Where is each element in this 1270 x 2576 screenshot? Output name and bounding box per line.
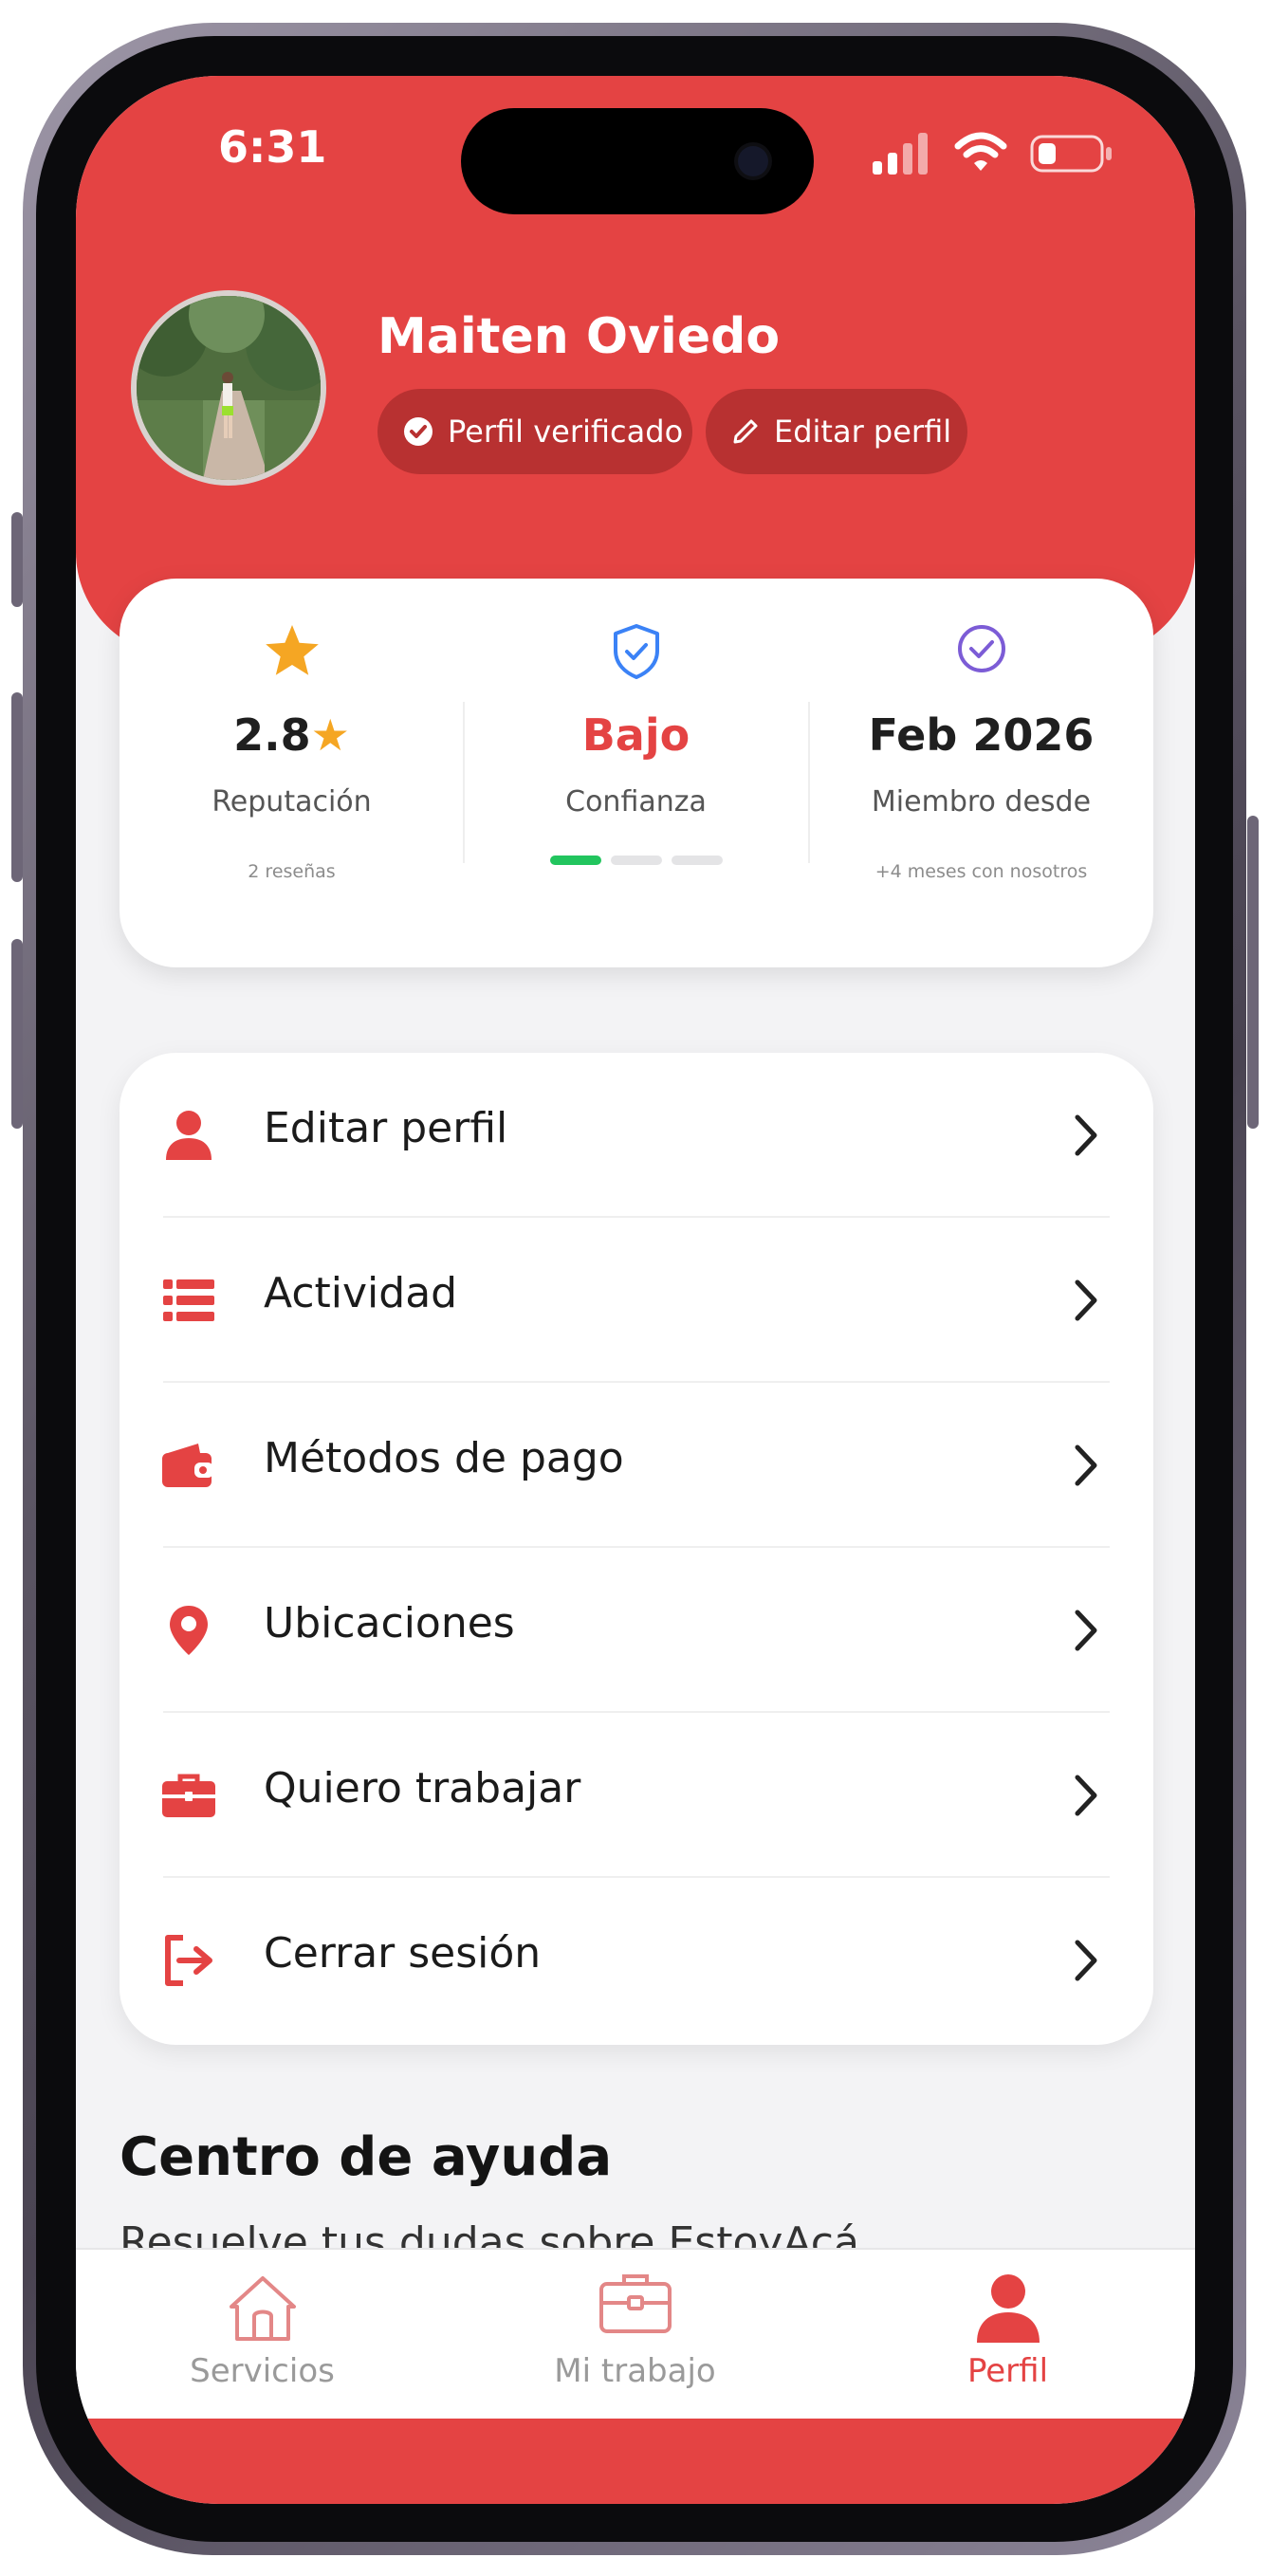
reputation-value: 2.8 [233, 709, 311, 761]
logout-icon [165, 1935, 212, 1986]
tab-label: Servicios [190, 2352, 335, 2390]
bottom-accent-strip [76, 2419, 1195, 2504]
star-icon [265, 625, 319, 675]
member-duration: +4 meses con nosotros [874, 861, 1088, 882]
menu-item-label: Métodos de pago [264, 1434, 624, 1482]
tab-profile[interactable]: Perfil [821, 2250, 1194, 2420]
tab-label: Mi trabajo [554, 2352, 716, 2390]
battery-icon [1030, 135, 1112, 173]
chevron-right-icon [1075, 1279, 1097, 1321]
power-button [1247, 816, 1259, 1129]
menu-item-payment-methods[interactable]: Métodos de pago [120, 1383, 1153, 1548]
front-camera [738, 146, 768, 176]
shield-check-icon [613, 624, 659, 679]
avatar[interactable] [131, 290, 326, 486]
edit-profile-button[interactable]: Editar perfil [706, 389, 967, 474]
user-icon [166, 1111, 212, 1160]
trust-value: Bajo [581, 709, 690, 761]
briefcase-icon [598, 2274, 672, 2333]
chevron-right-icon [1075, 1775, 1097, 1816]
menu-item-label: Ubicaciones [264, 1599, 515, 1647]
reputation-stat[interactable]: 2.8★ Reputación 2 reseñas [120, 579, 464, 967]
member-since-label: Miembro desde [871, 785, 1092, 819]
location-pin-icon [170, 1606, 208, 1655]
menu-item-label: Actividad [264, 1269, 458, 1317]
wallet-icon [162, 1444, 213, 1487]
menu-item-label: Cerrar sesión [264, 1929, 542, 1978]
profile-menu: Editar perfil Actividad Métodos de pago … [120, 1053, 1153, 2045]
check-circle-icon [404, 417, 433, 446]
list-icon [163, 1279, 214, 1321]
menu-item-edit-profile[interactable]: Editar perfil [120, 1053, 1153, 1218]
member-since-value: Feb 2026 [868, 709, 1095, 761]
check-circle-icon [957, 625, 1005, 672]
trust-label: Confianza [565, 785, 707, 819]
bottom-tab-bar: Servicios Mi trabajo Perfil [76, 2248, 1195, 2420]
volume-down-button [11, 939, 23, 1129]
tab-label: Perfil [966, 2352, 1049, 2390]
user-icon [976, 2274, 1040, 2343]
menu-item-want-to-work[interactable]: Quiero trabajar [120, 1713, 1153, 1878]
trust-stat[interactable]: Bajo Confianza [464, 579, 808, 967]
verified-label: Perfil verificado [448, 414, 684, 450]
menu-item-label: Quiero trabajar [264, 1764, 581, 1812]
edit-profile-label: Editar perfil [774, 414, 952, 450]
dynamic-island [461, 108, 814, 214]
tab-services[interactable]: Servicios [76, 2250, 449, 2420]
reputation-star-icon: ★ [310, 709, 350, 761]
help-center-title: Centro de ayuda [120, 2126, 613, 2188]
wifi-icon [954, 132, 1007, 171]
chevron-right-icon [1075, 1610, 1097, 1651]
stats-card: 2.8★ Reputación 2 reseñas Bajo Confianza [120, 579, 1153, 967]
menu-item-activity[interactable]: Actividad [120, 1218, 1153, 1383]
trust-segment [671, 856, 723, 865]
menu-item-logout[interactable]: Cerrar sesión [120, 1878, 1153, 2043]
trust-segment [549, 856, 601, 865]
signal-icon [873, 133, 928, 175]
menu-item-label: Editar perfil [264, 1104, 508, 1152]
reputation-label: Reputación [212, 785, 372, 819]
home-icon [229, 2276, 296, 2341]
app-screen: 6:31 Maiten Oviedo Perfil verificado Edi… [76, 76, 1195, 2504]
profile-name: Maiten Oviedo [377, 308, 781, 365]
briefcase-icon [162, 1774, 215, 1817]
member-stat[interactable]: Feb 2026 Miembro desde +4 meses con noso… [809, 579, 1153, 967]
menu-item-locations[interactable]: Ubicaciones [120, 1548, 1153, 1713]
avatar-photo [137, 296, 321, 480]
status-time: 6:31 [218, 121, 327, 173]
verified-badge: Perfil verificado [377, 389, 692, 474]
status-icons [873, 131, 1119, 178]
trust-level-bar [464, 856, 808, 865]
chevron-right-icon [1075, 1444, 1097, 1486]
chevron-right-icon [1075, 1940, 1097, 1981]
tab-my-work[interactable]: Mi trabajo [449, 2250, 821, 2420]
chevron-right-icon [1075, 1114, 1097, 1156]
volume-up-button [11, 692, 23, 882]
mute-switch [11, 512, 23, 607]
help-center-subtitle[interactable]: Resuelve tus dudas sobre EstoyAcá [120, 2212, 859, 2250]
reputation-reviews: 2 reseñas [248, 861, 336, 882]
pencil-icon [733, 419, 758, 444]
trust-segment [610, 856, 662, 865]
